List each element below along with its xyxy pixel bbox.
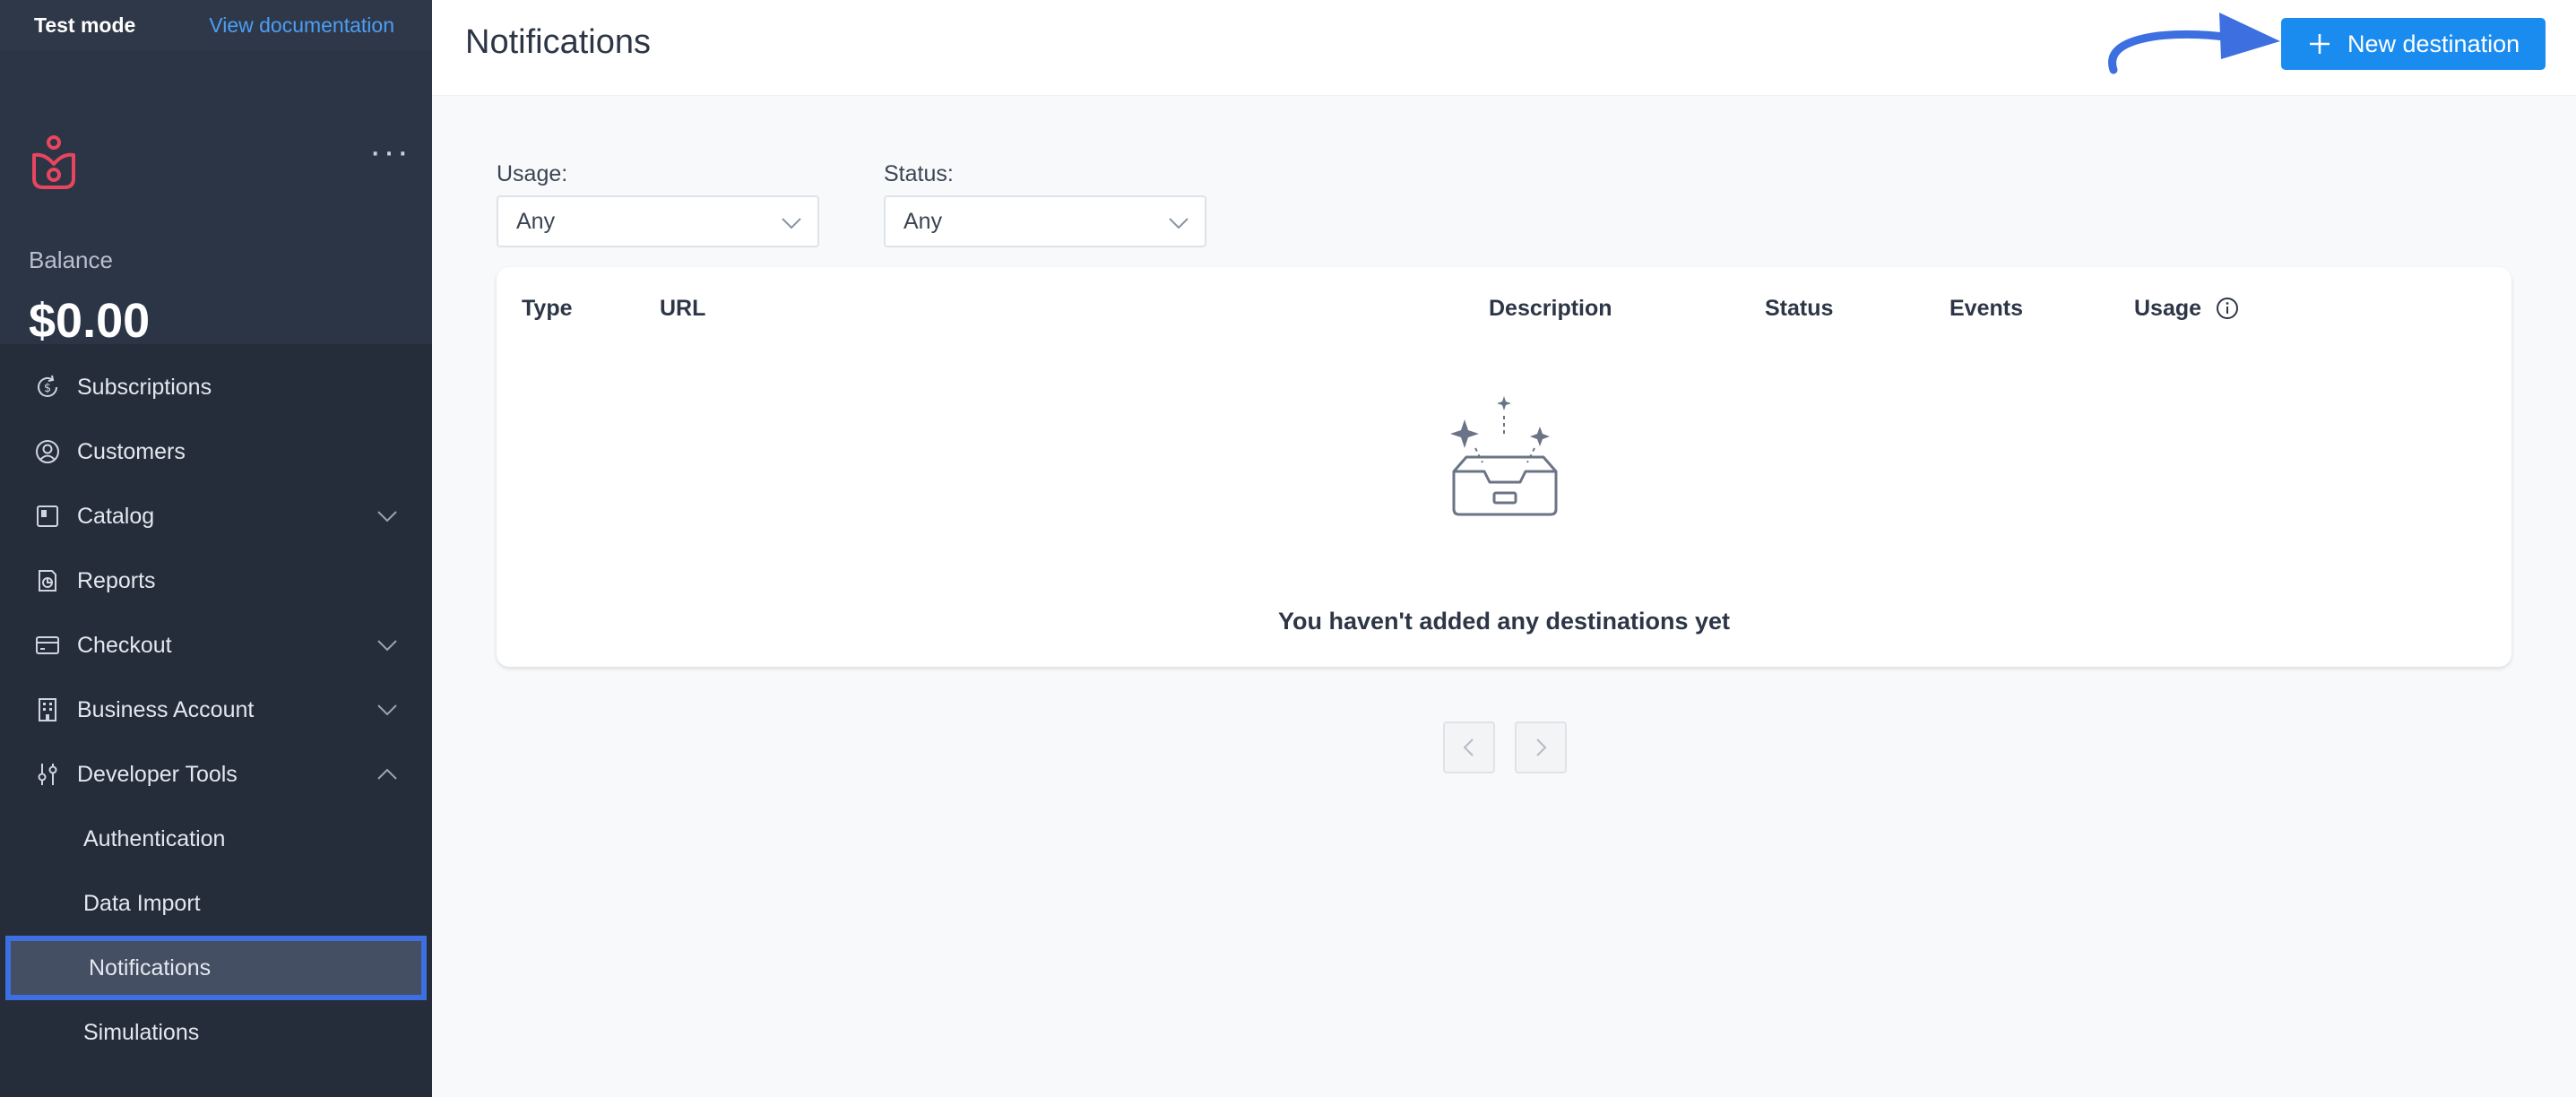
- sidebar-item-label: Checkout: [77, 632, 172, 658]
- sidebar-item-customers[interactable]: Customers: [0, 419, 432, 484]
- building-icon: [32, 695, 63, 725]
- new-destination-label: New destination: [2347, 30, 2520, 57]
- sidebar-item-label: Reports: [77, 567, 156, 593]
- usage-select-value: Any: [516, 208, 556, 234]
- sidebar-item-authentication[interactable]: Authentication: [0, 807, 432, 871]
- new-destination-button[interactable]: New destination: [2281, 18, 2546, 70]
- status-select-value: Any: [903, 208, 943, 234]
- main-content: Notifications New destination Usage: Any…: [432, 0, 2576, 1097]
- chevron-right-icon: [1536, 739, 1547, 756]
- sidebar-item-label: Developer Tools: [77, 761, 238, 787]
- sidebar-item-label: Catalog: [77, 503, 155, 529]
- sidebar-item-label: Customers: [77, 438, 186, 464]
- next-page-button[interactable]: [1515, 721, 1567, 773]
- chevron-left-icon: [1463, 739, 1474, 756]
- column-header-status: Status: [1765, 296, 1834, 321]
- sidebar-item-notifications[interactable]: Notifications: [5, 936, 427, 1000]
- column-header-usage: Usage: [2134, 296, 2202, 321]
- chevron-down-icon: [782, 218, 801, 229]
- catalog-icon: [32, 501, 63, 531]
- chevron-down-icon: [1169, 218, 1189, 229]
- previous-page-button[interactable]: [1443, 721, 1495, 773]
- destinations-table: Type URL Description Status Events Usage…: [497, 267, 2511, 667]
- usage-filter-label: Usage:: [497, 161, 568, 186]
- sidebar-item-business-account[interactable]: Business Account: [0, 678, 432, 742]
- sidebar-item-developer-tools[interactable]: Developer Tools: [0, 742, 432, 807]
- balance-label: Balance: [29, 246, 113, 273]
- column-header-type: Type: [522, 296, 573, 321]
- chevron-down-icon[interactable]: [375, 504, 400, 529]
- status-filter-label: Status:: [884, 161, 954, 186]
- column-header-events: Events: [1949, 296, 2023, 321]
- chevron-up-icon[interactable]: [375, 762, 400, 787]
- sliders-icon: [32, 759, 63, 790]
- sidebar-item-subscriptions[interactable]: $ Subscriptions: [0, 355, 432, 419]
- empty-inbox-icon: [1450, 396, 1558, 516]
- sidebar-item-reports[interactable]: Reports: [0, 548, 432, 613]
- info-icon[interactable]: [2215, 296, 2240, 321]
- page-title: Notifications: [465, 23, 651, 61]
- test-mode-label: Test mode: [34, 13, 136, 37]
- sidebar: Test mode View documentation ··· Balance…: [0, 0, 432, 1097]
- page-header: Notifications New destination: [432, 0, 2576, 96]
- sidebar-item-label: Business Account: [77, 696, 255, 722]
- sidebar-topbar: Test mode View documentation: [0, 0, 432, 51]
- status-select[interactable]: Any: [884, 195, 1206, 247]
- view-documentation-link[interactable]: View documentation: [209, 13, 394, 38]
- empty-state-message: You haven't added any destinations yet: [1277, 608, 1731, 635]
- sidebar-item-catalog[interactable]: Catalog: [0, 484, 432, 548]
- usage-select[interactable]: Any: [497, 195, 819, 247]
- reports-icon: [32, 566, 63, 596]
- user-circle-icon: [32, 436, 63, 467]
- subscriptions-icon: $: [32, 372, 63, 402]
- sidebar-item-data-import[interactable]: Data Import: [0, 871, 432, 936]
- chevron-down-icon[interactable]: [375, 633, 400, 658]
- chevron-down-icon[interactable]: [375, 697, 400, 722]
- sidebar-item-checkout[interactable]: Checkout: [0, 613, 432, 678]
- column-header-url: URL: [660, 296, 706, 321]
- svg-text:$: $: [44, 382, 51, 395]
- balance-value: $0.00: [29, 294, 151, 348]
- plus-icon: [2310, 34, 2330, 54]
- credit-card-icon: [32, 630, 63, 661]
- more-options-icon[interactable]: ···: [369, 134, 411, 169]
- brand-panel: ··· Balance $0.00: [0, 51, 432, 348]
- pointer-arrow-icon: [2108, 13, 2280, 74]
- logo-icon: [32, 135, 75, 189]
- sidebar-item-simulations[interactable]: Simulations: [0, 1000, 432, 1065]
- column-header-description: Description: [1489, 296, 1612, 321]
- sidebar-nav: $ Subscriptions Customers Catalog Report…: [0, 355, 432, 1065]
- sidebar-item-label: Subscriptions: [77, 374, 212, 400]
